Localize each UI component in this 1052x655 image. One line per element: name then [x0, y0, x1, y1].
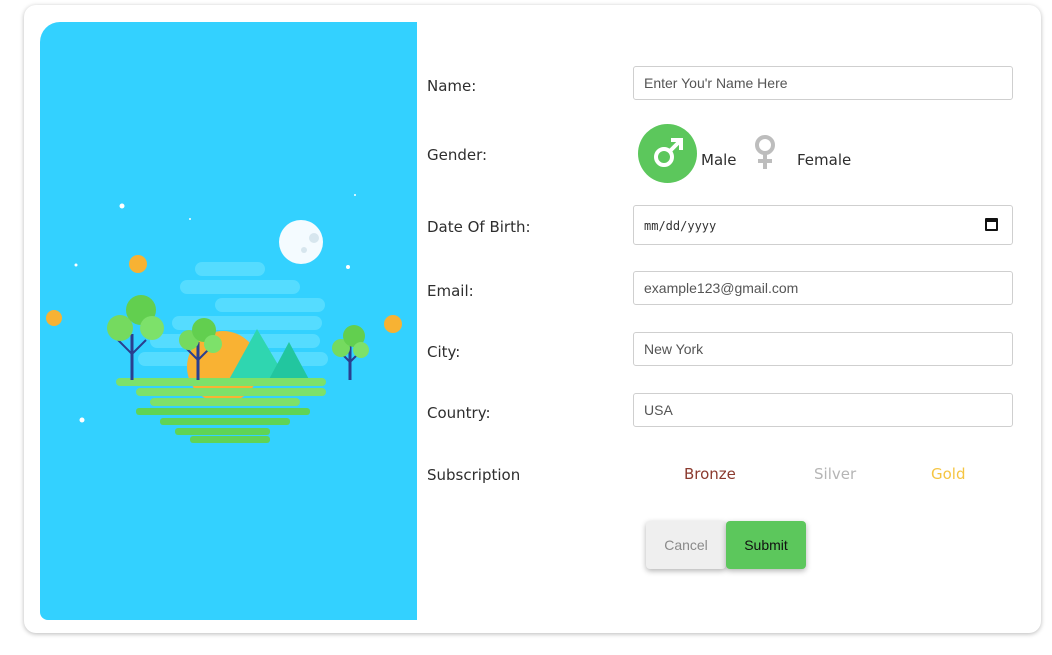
gender-male-toggle[interactable] [638, 124, 697, 183]
email-label: Email: [427, 282, 474, 300]
gender-female-toggle[interactable] [750, 133, 780, 175]
gender-male-label[interactable]: Male [701, 151, 737, 169]
landscape-illustration [46, 194, 402, 443]
dob-label: Date Of Birth: [427, 218, 531, 236]
cancel-button[interactable]: Cancel [646, 521, 726, 569]
illustration-panel [40, 22, 417, 620]
submit-button[interactable]: Submit [726, 521, 806, 569]
registration-card: Name: Gender: Male Female Date Of Birth:… [24, 5, 1041, 633]
dob-input[interactable]: mm/dd/yyyy [633, 205, 1013, 245]
gender-label: Gender: [427, 146, 488, 164]
country-input[interactable] [633, 393, 1013, 427]
subscription-silver[interactable]: Silver [814, 465, 856, 483]
gender-female-label[interactable]: Female [797, 151, 851, 169]
dob-placeholder: mm/dd/yyyy [644, 219, 717, 233]
subscription-gold[interactable]: Gold [931, 465, 966, 483]
female-symbol-icon [755, 135, 775, 169]
name-input[interactable] [633, 66, 1013, 100]
subscription-label: Subscription [427, 466, 521, 484]
name-label: Name: [427, 77, 477, 95]
city-input[interactable] [633, 332, 1013, 366]
subscription-bronze[interactable]: Bronze [684, 465, 736, 483]
male-symbol-icon [654, 138, 683, 167]
calendar-icon[interactable] [985, 218, 998, 231]
city-label: City: [427, 343, 461, 361]
country-label: Country: [427, 404, 491, 422]
email-input[interactable] [633, 271, 1013, 305]
